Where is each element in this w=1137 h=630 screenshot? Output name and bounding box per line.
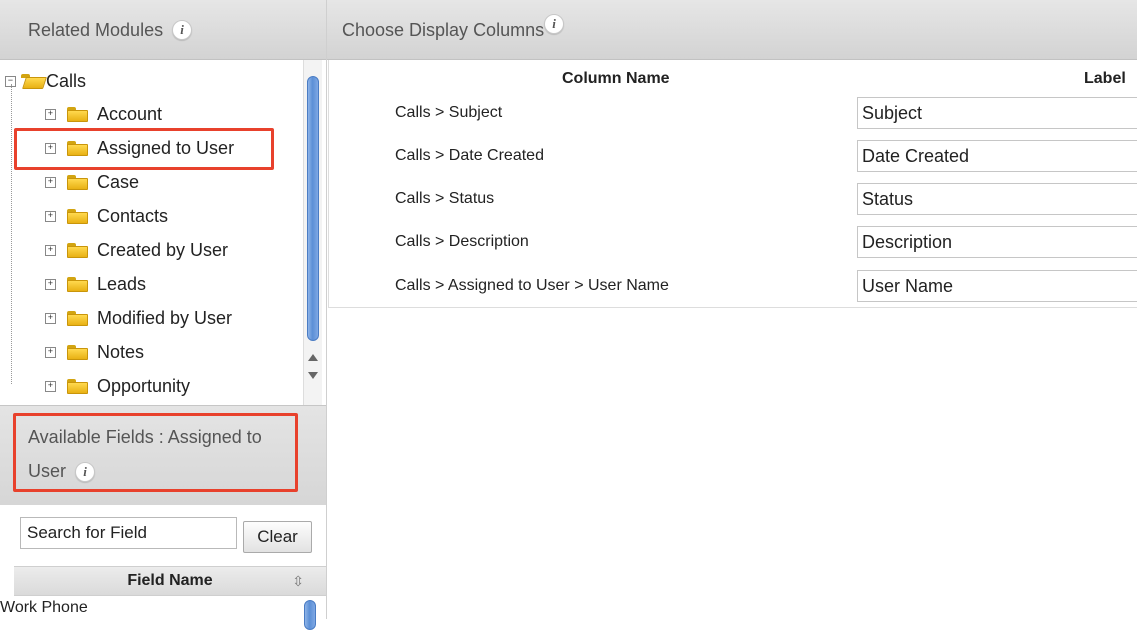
tree-item-modified-by-user[interactable]: + Modified by User xyxy=(0,303,290,333)
tree-item-label: Created by User xyxy=(97,240,229,260)
folder-icon xyxy=(67,209,88,224)
scroll-down-icon[interactable] xyxy=(308,372,318,379)
tree-item-label: Case xyxy=(97,172,140,192)
column-name-header: Column Name xyxy=(562,70,670,87)
display-columns-title: Choose Display Columns i xyxy=(342,14,565,41)
column-name-cell: Calls > Status xyxy=(395,190,495,207)
scroll-up-icon[interactable] xyxy=(308,354,318,361)
expand-icon[interactable]: + xyxy=(45,279,56,290)
highlight-box xyxy=(13,413,298,492)
label-header: Label xyxy=(1084,70,1126,87)
folder-icon xyxy=(67,311,88,326)
highlight-box xyxy=(14,128,274,170)
open-folder-icon xyxy=(21,74,47,89)
folder-icon xyxy=(67,379,88,394)
clear-button[interactable]: Clear xyxy=(243,521,312,553)
tree-item-case[interactable]: + Case xyxy=(0,167,290,197)
tree-item-opportunity[interactable]: + Opportunity xyxy=(0,371,290,401)
label-input[interactable]: User Name xyxy=(857,270,1137,302)
tree-item-leads[interactable]: + Leads xyxy=(0,269,290,299)
label-input[interactable]: Subject xyxy=(857,97,1137,129)
tree-item-label: Account xyxy=(97,104,163,124)
expand-icon[interactable]: + xyxy=(45,245,56,256)
expand-icon[interactable]: + xyxy=(45,313,56,324)
label-input[interactable]: Date Created xyxy=(857,140,1137,172)
expand-icon[interactable]: + xyxy=(45,177,56,188)
folder-icon xyxy=(67,243,88,258)
tree-item-label: Opportunity xyxy=(97,376,191,396)
info-icon[interactable]: i xyxy=(544,14,565,34)
label-input[interactable]: Status xyxy=(857,183,1137,215)
folder-icon xyxy=(67,175,88,190)
tree-item-account[interactable]: + Account xyxy=(0,99,290,129)
tree-root-label: Calls xyxy=(46,71,87,91)
tree-item-label: Notes xyxy=(97,342,145,362)
tree-item-label: Modified by User xyxy=(97,308,233,328)
field-list-scroll-thumb[interactable] xyxy=(304,600,316,630)
field-name-header-label: Field Name xyxy=(127,572,213,589)
display-columns-header: Choose Display Columns i xyxy=(327,0,1137,60)
tree-item-created-by-user[interactable]: + Created by User xyxy=(0,235,290,265)
expand-icon[interactable]: + xyxy=(45,381,56,392)
related-modules-title-text: Related Modules xyxy=(28,20,164,40)
search-field-input[interactable]: Search for Field xyxy=(20,517,237,549)
folder-icon xyxy=(67,107,88,122)
scroll-thumb[interactable] xyxy=(307,76,319,341)
field-name-header[interactable]: Field Name ⇳ xyxy=(14,566,326,596)
tree-scrollbar[interactable] xyxy=(303,60,322,405)
info-icon[interactable]: i xyxy=(172,20,193,40)
expand-icon[interactable]: + xyxy=(45,109,56,120)
related-modules-title: Related Modules i xyxy=(28,20,193,41)
folder-icon xyxy=(67,345,88,360)
label-input[interactable]: Description xyxy=(857,226,1137,258)
expand-icon[interactable]: + xyxy=(45,347,56,358)
column-name-cell: Calls > Description xyxy=(395,233,529,250)
tree-root-calls[interactable]: − Calls xyxy=(0,66,300,96)
column-name-cell: Calls > Assigned to User > User Name xyxy=(395,277,669,294)
tree-item-label: Contacts xyxy=(97,206,169,226)
field-row-label: Work Phone xyxy=(0,599,88,616)
tree-item-contacts[interactable]: + Contacts xyxy=(0,201,290,231)
column-name-cell: Calls > Date Created xyxy=(395,147,544,164)
related-modules-header: Related Modules i xyxy=(0,0,326,60)
display-columns-title-text: Choose Display Columns xyxy=(342,20,545,40)
tree-item-notes[interactable]: + Notes xyxy=(0,337,290,367)
related-modules-tree: − Calls + Account + Assigned to User + C… xyxy=(0,60,327,405)
tree-item-label: Leads xyxy=(97,274,147,294)
field-row-work-phone[interactable]: Work Phone xyxy=(0,596,326,619)
folder-icon xyxy=(67,277,88,292)
panel-divider xyxy=(326,0,327,619)
expand-icon[interactable]: + xyxy=(45,211,56,222)
column-name-cell: Calls > Subject xyxy=(395,104,503,121)
sort-arrows-icon[interactable]: ⇳ xyxy=(292,567,304,595)
